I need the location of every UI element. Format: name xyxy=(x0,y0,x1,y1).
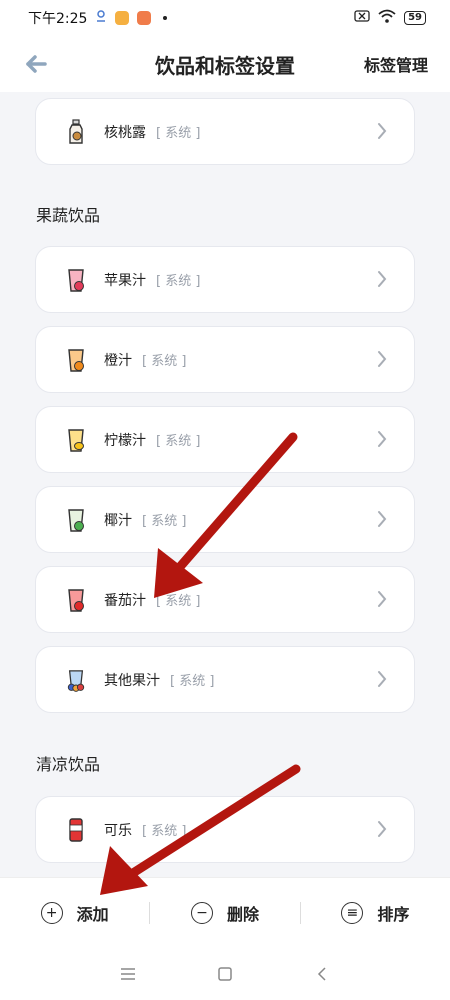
drink-name: 椰汁 xyxy=(104,512,132,529)
home-button[interactable] xyxy=(205,954,245,994)
back-nav-button[interactable] xyxy=(302,954,342,994)
section-title-cool-drinks: 清凉饮品 xyxy=(36,755,101,774)
coconut-juice-icon xyxy=(66,506,86,534)
drink-item-tomato-juice[interactable]: 番茄汁 [ 系统 ] xyxy=(35,566,415,633)
drink-item-other-juice[interactable]: 其他果汁 [ 系统 ] xyxy=(35,646,415,713)
back-button[interactable] xyxy=(22,50,50,78)
lemon-juice-icon xyxy=(66,426,86,454)
system-nav-bar xyxy=(0,947,450,1000)
battery-icon: 59 xyxy=(404,11,426,25)
plus-circle-icon: + xyxy=(40,901,63,924)
back-arrow-icon xyxy=(26,55,47,73)
sim-card-icon xyxy=(354,10,370,26)
drink-name: 核桃露 xyxy=(104,124,146,141)
delete-button[interactable]: − 删除 xyxy=(150,901,299,925)
drink-tag: [ 系统 ] xyxy=(156,274,201,289)
bottom-action-bar: + 添加 − 删除 ≡ 排序 xyxy=(0,877,450,947)
drink-item-orange-juice[interactable]: 橙汁 [ 系统 ] xyxy=(35,326,415,393)
chevron-right-icon xyxy=(378,511,387,527)
drink-item-apple-juice[interactable]: 苹果汁 [ 系统 ] xyxy=(35,246,415,313)
cola-can-icon xyxy=(66,816,86,844)
chevron-right-icon xyxy=(378,351,387,367)
other-juice-icon xyxy=(66,666,86,694)
tomato-juice-icon xyxy=(66,586,86,614)
drink-name: 苹果汁 xyxy=(104,272,146,289)
drink-tag: [ 系统 ] xyxy=(170,674,215,689)
drink-name: 可乐 xyxy=(104,822,132,839)
drink-item-coconut-juice[interactable]: 椰汁 [ 系统 ] xyxy=(35,486,415,553)
menu-button[interactable] xyxy=(108,954,148,994)
chevron-right-icon xyxy=(378,671,387,687)
add-button[interactable]: + 添加 xyxy=(0,901,149,925)
menu-icon xyxy=(121,967,136,980)
walnut-milk-bottle-icon xyxy=(66,118,86,146)
tag-management-button[interactable]: 标签管理 xyxy=(364,52,428,76)
drink-list[interactable]: 核桃露 [ 系统 ] 果蔬饮品 苹果汁 [ 系统 ] 橙汁 [ 系统 ] 柠檬汁… xyxy=(0,92,450,877)
drink-tag: [ 系统 ] xyxy=(156,434,201,449)
delete-label: 删除 xyxy=(226,904,259,924)
drink-item-walnut-milk[interactable]: 核桃露 [ 系统 ] xyxy=(35,98,415,165)
wifi-icon xyxy=(378,9,396,27)
status-left: 下午2:25 xyxy=(28,8,168,28)
list-circle-icon: ≡ xyxy=(341,901,364,924)
header: 饮品和标签设置 标签管理 xyxy=(0,36,450,92)
drink-name: 柠檬汁 xyxy=(104,432,146,449)
home-square-icon xyxy=(218,966,232,981)
drink-item-cola[interactable]: 可乐 [ 系统 ] xyxy=(35,796,415,863)
sort-button[interactable]: ≡ 排序 xyxy=(301,901,450,925)
sort-label: 排序 xyxy=(377,904,410,924)
notification-icon xyxy=(95,9,107,27)
drink-tag: [ 系统 ] xyxy=(142,354,187,369)
minus-circle-icon: − xyxy=(190,901,213,924)
back-chevron-icon xyxy=(317,966,326,981)
drink-tag: [ 系统 ] xyxy=(142,514,187,529)
drink-item-lemon-juice[interactable]: 柠檬汁 [ 系统 ] xyxy=(35,406,415,473)
drink-name: 其他果汁 xyxy=(104,672,160,689)
chevron-right-icon xyxy=(378,123,387,139)
section-title-fruit-veg: 果蔬饮品 xyxy=(36,206,101,225)
chevron-right-icon xyxy=(378,821,387,837)
app-notification-icon xyxy=(137,11,152,25)
drink-name: 番茄汁 xyxy=(104,592,146,609)
status-bar: 下午2:25 59 xyxy=(0,0,450,36)
status-time: 下午2:25 xyxy=(28,11,88,27)
more-notifications-icon xyxy=(163,16,168,20)
chevron-right-icon xyxy=(378,431,387,447)
status-right: 59 xyxy=(354,9,426,27)
drink-tag: [ 系统 ] xyxy=(156,594,201,609)
add-label: 添加 xyxy=(76,904,109,924)
app-notification-icon xyxy=(115,11,130,25)
chevron-right-icon xyxy=(378,591,387,607)
drink-tag: [ 系统 ] xyxy=(142,824,187,839)
drink-name: 橙汁 xyxy=(104,352,132,369)
chevron-right-icon xyxy=(378,271,387,287)
orange-juice-icon xyxy=(66,346,86,374)
apple-juice-icon xyxy=(66,266,86,294)
drink-tag: [ 系统 ] xyxy=(156,126,201,141)
